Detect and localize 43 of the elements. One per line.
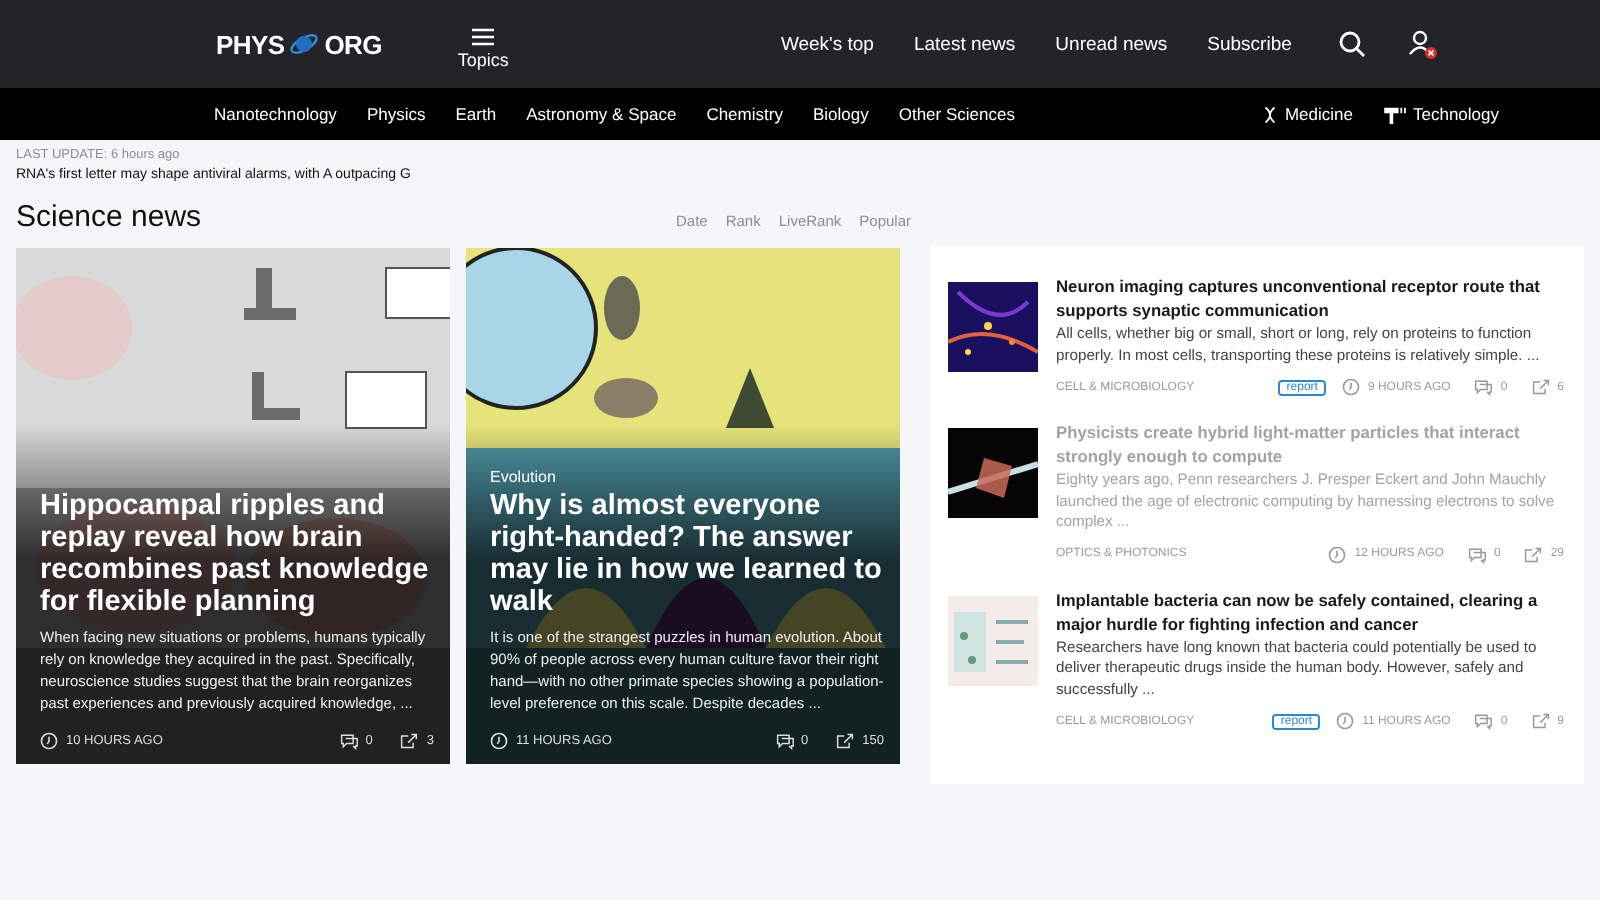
share-icon bbox=[836, 732, 855, 750]
share-icon bbox=[1531, 378, 1550, 396]
clock-icon bbox=[1336, 712, 1355, 730]
comment-icon bbox=[1467, 545, 1486, 563]
chip-icon bbox=[1383, 105, 1405, 123]
search-icon[interactable] bbox=[1337, 30, 1366, 58]
nav-link[interactable]: Latest news bbox=[913, 33, 1016, 55]
category-link[interactable]: Nanotechnology bbox=[214, 104, 337, 124]
article-title[interactable]: Hippocampal ripples and replay reveal how brain recombines past knowledge for flexible planning bbox=[40, 490, 434, 618]
category-link[interactable]: Earth bbox=[455, 104, 497, 124]
clock-icon bbox=[1328, 545, 1347, 563]
menu-icon bbox=[472, 27, 495, 45]
category-link[interactable]: Technology bbox=[1413, 104, 1500, 124]
category-link[interactable]: Astronomy & Space bbox=[526, 104, 677, 124]
logo-text[interactable]: PHYS bbox=[216, 29, 285, 59]
category-link[interactable]: Physics bbox=[366, 104, 426, 124]
user-icon[interactable] bbox=[1407, 29, 1438, 59]
nav-link[interactable]: Week's top bbox=[780, 33, 874, 55]
nav-link[interactable]: Subscribe bbox=[1207, 33, 1292, 55]
article-title[interactable]: Implantable bacteria can now be safely contained, clearing a major hurdle for fighting infection and cancer bbox=[1056, 587, 1564, 635]
article-title[interactable]: Why is almost everyone right-handed? The answer may lie in how we learned to walk bbox=[490, 490, 884, 618]
comment-icon bbox=[339, 732, 358, 750]
topics-button[interactable]: Topics bbox=[457, 27, 509, 69]
clock-icon bbox=[1341, 378, 1360, 396]
category-link[interactable]: Medicine bbox=[1284, 104, 1353, 124]
atom-icon bbox=[288, 28, 321, 60]
dna-icon bbox=[1264, 105, 1277, 123]
clock-icon bbox=[40, 732, 58, 750]
nav-link[interactable]: Unread news bbox=[1055, 33, 1168, 55]
category-link[interactable]: Other Sciences bbox=[898, 104, 1015, 124]
logo-text[interactable]: ORG bbox=[324, 29, 382, 59]
comment-icon bbox=[1474, 712, 1493, 730]
comment-icon bbox=[775, 732, 794, 750]
clock-icon bbox=[490, 732, 508, 750]
topic-tag[interactable]: Evolution bbox=[490, 468, 884, 486]
article-title[interactable]: Neuron imaging captures unconventional receptor route that supports synaptic communication bbox=[1056, 274, 1564, 322]
comment-icon bbox=[1474, 378, 1493, 396]
category-link[interactable]: Biology bbox=[812, 104, 869, 124]
share-icon bbox=[1531, 712, 1550, 730]
share-icon bbox=[1524, 545, 1543, 563]
section-title: Science news bbox=[16, 200, 204, 234]
category-link[interactable]: Chemistry bbox=[706, 104, 783, 124]
share-icon bbox=[400, 732, 419, 750]
